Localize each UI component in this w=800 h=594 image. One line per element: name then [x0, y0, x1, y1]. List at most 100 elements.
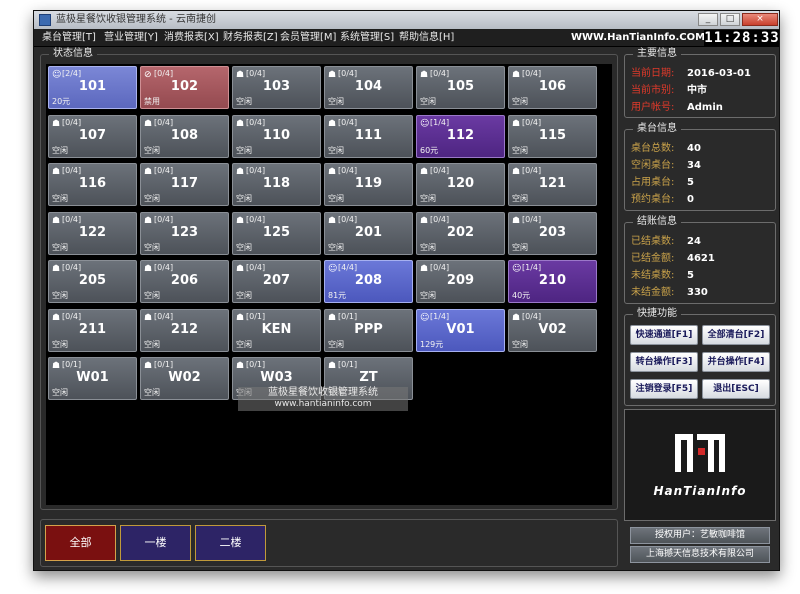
menu-table-management[interactable]: 桌台管理[T] — [42, 31, 96, 45]
table-tile-209[interactable]: ☗ [0/4] 209 空闲 — [416, 260, 505, 303]
table-seat-count: [0/4] — [154, 263, 174, 272]
table-name: 117 — [170, 176, 199, 191]
quick-access-button[interactable]: 快速通道[F1] — [630, 325, 698, 345]
table-status: 空闲 — [328, 194, 344, 203]
table-tile-116[interactable]: ☗ [0/4] 116 空闲 — [48, 163, 137, 206]
transfer-table-button[interactable]: 转台操作[F3] — [630, 352, 698, 372]
table-tile-205[interactable]: ☗ [0/4] 205 空闲 — [48, 260, 137, 303]
clock: 11:28:33 — [704, 30, 780, 46]
table-tile-120[interactable]: ☗ [0/4] 120 空闲 — [416, 163, 505, 206]
table-tile-121[interactable]: ☗ [0/4] 121 空闲 — [508, 163, 597, 206]
floor-all-button[interactable]: 全部 — [45, 525, 116, 561]
menu-business-management[interactable]: 营业管理[Y] — [104, 31, 158, 45]
table-name: 122 — [78, 224, 107, 240]
table-info-panel: 桌台信息 桌台总数: 40 空闲桌台: 34 占用桌台: 5 预约桌台: 0 — [624, 123, 776, 211]
table-tile-ppp[interactable]: ☗ [0/1] PPP 空闲 — [324, 308, 413, 352]
table-tile-103[interactable]: ☗ [0/4] 103 空闲 — [232, 66, 321, 109]
floor-1-button[interactable]: 一楼 — [120, 525, 191, 561]
site-url: WWW.HanTianInfo.COM — [571, 32, 706, 43]
floor-2-button[interactable]: 二楼 — [195, 525, 266, 561]
company-label: 上海撼天信息技术有限公司 — [630, 546, 770, 563]
logo-text: HanTianInfo — [653, 484, 747, 498]
table-name: 108 — [170, 127, 199, 143]
table-status: 空闲 — [512, 242, 528, 252]
table-seat-count: [0/4] — [430, 69, 450, 78]
table-tile-w01[interactable]: ☗ [0/1] W01 空闲 — [48, 357, 137, 400]
table-tile-203[interactable]: ☗ [0/4] 203 空闲 — [508, 211, 597, 255]
table-name: V02 — [538, 321, 567, 337]
table-seat-count: [0/4] — [246, 117, 266, 127]
table-tile-210[interactable]: ☺ [1/4] 210 40元 — [508, 260, 597, 303]
table-tile-117[interactable]: ☗ [0/4] 117 空闲 — [140, 163, 229, 206]
table-tile-101[interactable]: ☺ [2/4] 101 20元 — [48, 66, 137, 109]
title-bar[interactable]: 蓝极星餐饮收银管理系统 - 云南捷创 _ □ × — [34, 11, 779, 29]
table-tile-112[interactable]: ☺ [1/4] 112 60元 — [416, 114, 505, 158]
table-occupied-label: 占用桌台: — [631, 177, 675, 188]
window-title: 蓝极星餐饮收银管理系统 - 云南捷创 — [56, 14, 216, 25]
table-tile-ken[interactable]: ☗ [0/1] KEN 空闲 — [232, 308, 321, 352]
clear-all-tables-button[interactable]: 全部清台[F2] — [702, 325, 770, 345]
table-status: 空闲 — [236, 194, 252, 203]
table-status: 空闲 — [144, 242, 160, 252]
table-tile-201[interactable]: ☗ [0/4] 201 空闲 — [324, 211, 413, 255]
table-seat-count: [0/4] — [154, 311, 174, 321]
menu-consumption-report[interactable]: 消费报表[X] — [164, 31, 219, 45]
merge-table-button[interactable]: 并台操作[F4] — [702, 352, 770, 372]
table-tile-102[interactable]: ⊘ [0/4] 102 禁用 — [140, 66, 229, 109]
menu-system-management[interactable]: 系统管理[S] — [340, 31, 394, 45]
maximize-button[interactable]: □ — [720, 13, 740, 26]
menu-member-management[interactable]: 会员管理[M] — [280, 31, 336, 45]
table-tile-122[interactable]: ☗ [0/4] 122 空闲 — [48, 211, 137, 255]
table-tile-105[interactable]: ☗ [0/4] 105 空闲 — [416, 66, 505, 109]
unchecked-tables-label: 未结桌数: — [631, 270, 675, 281]
table-tile-106[interactable]: ☗ [0/4] 106 空闲 — [508, 66, 597, 109]
menu-finance-report[interactable]: 财务报表[Z] — [223, 31, 278, 45]
table-name: 206 — [170, 273, 199, 288]
table-tile-125[interactable]: ☗ [0/4] 125 空闲 — [232, 211, 321, 255]
exit-button[interactable]: 退出[ESC] — [702, 379, 770, 399]
table-tile-211[interactable]: ☗ [0/4] 211 空闲 — [48, 308, 137, 352]
table-status: 空闲 — [512, 339, 528, 349]
table-status: 空闲 — [144, 388, 160, 397]
close-button[interactable]: × — [742, 13, 778, 26]
floor-bar: 全部 一楼 二楼 — [40, 519, 618, 567]
table-tile-212[interactable]: ☗ [0/4] 212 空闲 — [140, 308, 229, 352]
checked-tables-label: 已结桌数: — [631, 236, 675, 247]
table-tile-104[interactable]: ☗ [0/4] 104 空闲 — [324, 66, 413, 109]
minimize-button[interactable]: _ — [698, 13, 718, 26]
status-panel-title: 状态信息 — [49, 48, 97, 60]
table-tile-206[interactable]: ☗ [0/4] 206 空闲 — [140, 260, 229, 303]
table-name: W02 — [168, 370, 201, 385]
company-logo: HanTianInfo — [624, 409, 776, 521]
table-name: 116 — [78, 176, 107, 191]
logout-button[interactable]: 注销登录[F5] — [630, 379, 698, 399]
table-tile-208[interactable]: ☺ [4/4] 208 81元 — [324, 260, 413, 303]
table-tile-111[interactable]: ☗ [0/4] 111 空闲 — [324, 114, 413, 158]
table-tile-118[interactable]: ☗ [0/4] 118 空闲 — [232, 163, 321, 206]
table-tile-110[interactable]: ☗ [0/4] 110 空闲 — [232, 114, 321, 158]
table-tile-v02[interactable]: ☗ [0/4] V02 空闲 — [508, 308, 597, 352]
licensed-user-label: 授权用户：艺敏咖啡馆 — [630, 527, 770, 544]
table-tile-119[interactable]: ☗ [0/4] 119 空闲 — [324, 163, 413, 206]
table-seat-count: [0/4] — [246, 166, 266, 175]
table-seat-count: [0/4] — [338, 166, 358, 175]
table-tile-123[interactable]: ☗ [0/4] 123 空闲 — [140, 211, 229, 255]
table-status: 空闲 — [420, 291, 436, 300]
table-seat-count: [0/1] — [338, 360, 358, 369]
watermark-url: www.hantianinfo.com — [274, 399, 372, 409]
table-tile-115[interactable]: ☗ [0/4] 115 空闲 — [508, 114, 597, 158]
current-shift-value: 中市 — [687, 85, 707, 96]
table-tile-v01[interactable]: ☺ [1/4] V01 129元 — [416, 308, 505, 352]
table-name: 207 — [262, 273, 291, 288]
table-tile-108[interactable]: ☗ [0/4] 108 空闲 — [140, 114, 229, 158]
table-name: 103 — [262, 79, 291, 94]
table-tile-207[interactable]: ☗ [0/4] 207 空闲 — [232, 260, 321, 303]
table-seat-count: [0/4] — [338, 214, 358, 224]
table-tile-107[interactable]: ☗ [0/4] 107 空闲 — [48, 114, 137, 158]
menu-help[interactable]: 帮助信息[H] — [399, 31, 454, 45]
table-status: 空闲 — [420, 194, 436, 203]
table-tile-202[interactable]: ☗ [0/4] 202 空闲 — [416, 211, 505, 255]
table-tile-w02[interactable]: ☗ [0/1] W02 空闲 — [140, 357, 229, 400]
table-name: 121 — [538, 176, 567, 191]
table-seat-count: [0/4] — [522, 69, 542, 78]
